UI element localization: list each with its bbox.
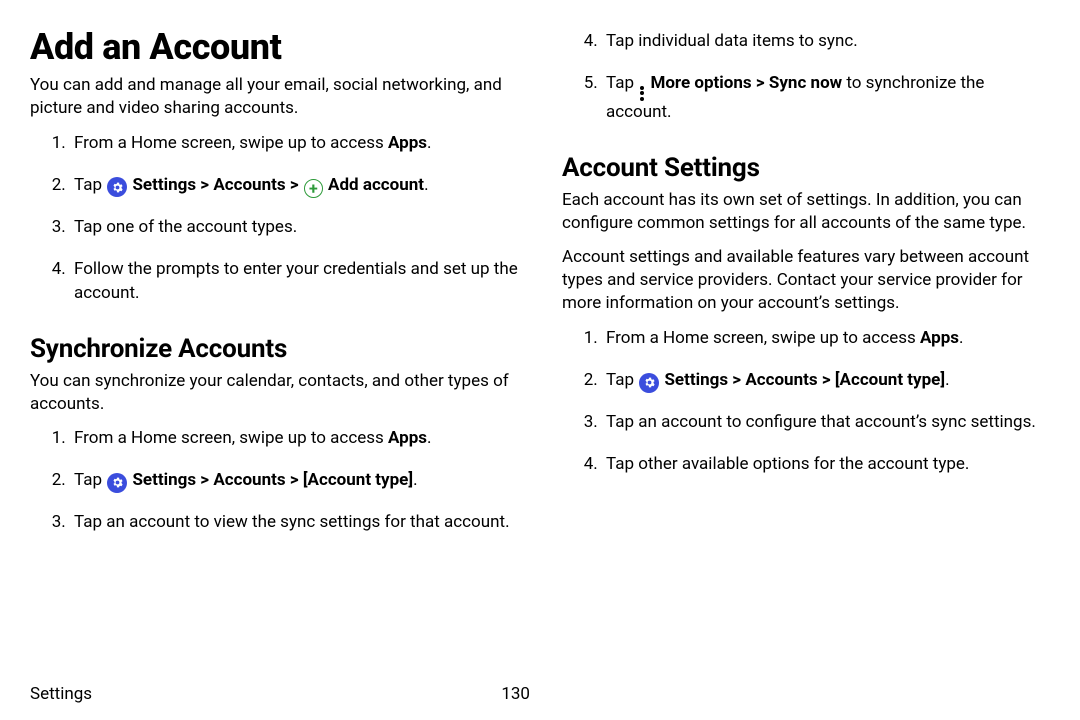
account-type-label: [Account type]	[835, 370, 945, 390]
step-text: .	[413, 470, 417, 490]
list-item: Tap an account to view the sync settings…	[70, 511, 518, 535]
sep: >	[818, 370, 835, 390]
sep: >	[196, 175, 213, 195]
settings-label: Settings	[128, 175, 196, 195]
accounts-label: Accounts	[745, 370, 817, 390]
apps-label: Apps	[920, 328, 959, 348]
list-item: Tap one of the account types.	[70, 216, 518, 240]
sep: >	[728, 370, 745, 390]
gear-icon	[639, 373, 659, 393]
page-footer: Settings 130	[30, 684, 530, 704]
left-column: Add an Account You can add and manage al…	[30, 26, 518, 553]
sep: >	[196, 470, 213, 490]
apps-label: Apps	[388, 428, 427, 448]
acct-p1: Each account has its own set of settings…	[562, 189, 1050, 235]
account-settings-steps: From a Home screen, swipe up to access A…	[562, 327, 1050, 476]
settings-label: Settings	[660, 370, 728, 390]
list-item: From a Home screen, swipe up to access A…	[602, 327, 1050, 351]
page-title: Add an Account	[30, 26, 518, 68]
sync-heading: Synchronize Accounts	[30, 334, 518, 364]
intro-text: You can add and manage all your email, s…	[30, 74, 518, 120]
step-text: .	[424, 175, 428, 195]
more-options-icon	[640, 86, 644, 101]
step-text: From a Home screen, swipe up to access	[74, 133, 388, 153]
plus-icon: +	[304, 179, 323, 198]
sep: >	[286, 175, 303, 195]
step-text: Tap	[606, 73, 638, 93]
step-text: .	[959, 328, 963, 348]
right-column: Tap individual data items to sync. Tap M…	[562, 26, 1050, 553]
step-text: Tap	[74, 175, 106, 195]
list-item: Tap Settings > Accounts > [Account type]…	[602, 369, 1050, 393]
more-options-label: More options	[646, 73, 751, 93]
step-text: .	[945, 370, 949, 390]
step-text: From a Home screen, swipe up to access	[606, 328, 920, 348]
list-item: Tap an account to configure that account…	[602, 411, 1050, 435]
list-item: Tap Settings > Accounts > + Add account.	[70, 174, 518, 199]
list-item: From a Home screen, swipe up to access A…	[70, 427, 518, 451]
step-text: .	[427, 428, 431, 448]
list-item: Follow the prompts to enter your credent…	[70, 258, 518, 306]
account-type-label: [Account type]	[303, 470, 413, 490]
sync-intro: You can synchronize your calendar, conta…	[30, 370, 518, 416]
list-item: Tap individual data items to sync.	[602, 30, 1050, 54]
sync-steps-continued: Tap individual data items to sync. Tap M…	[562, 30, 1050, 125]
accounts-label: Accounts	[213, 175, 285, 195]
list-item: Tap other available options for the acco…	[602, 453, 1050, 477]
account-settings-heading: Account Settings	[562, 153, 1050, 183]
sync-steps: From a Home screen, swipe up to access A…	[30, 427, 518, 534]
footer-section: Settings	[30, 684, 92, 704]
step-text: From a Home screen, swipe up to access	[74, 428, 388, 448]
list-item: Tap Settings > Accounts > [Account type]…	[70, 469, 518, 493]
settings-label: Settings	[128, 470, 196, 490]
list-item: Tap More options > Sync now to synchroni…	[602, 72, 1050, 125]
step-text: Tap	[74, 470, 106, 490]
step-text: .	[427, 133, 431, 153]
apps-label: Apps	[388, 133, 427, 153]
step-text: Tap	[606, 370, 638, 390]
gear-icon	[107, 473, 127, 493]
sep: >	[286, 470, 303, 490]
sep: >	[752, 73, 769, 93]
acct-p2: Account settings and available features …	[562, 246, 1050, 315]
add-account-label: Add account	[324, 175, 424, 195]
add-account-steps: From a Home screen, swipe up to access A…	[30, 132, 518, 306]
gear-icon	[107, 177, 127, 197]
footer-page-number: 130	[501, 684, 530, 704]
list-item: From a Home screen, swipe up to access A…	[70, 132, 518, 156]
accounts-label: Accounts	[213, 470, 285, 490]
sync-now-label: Sync now	[769, 73, 842, 93]
